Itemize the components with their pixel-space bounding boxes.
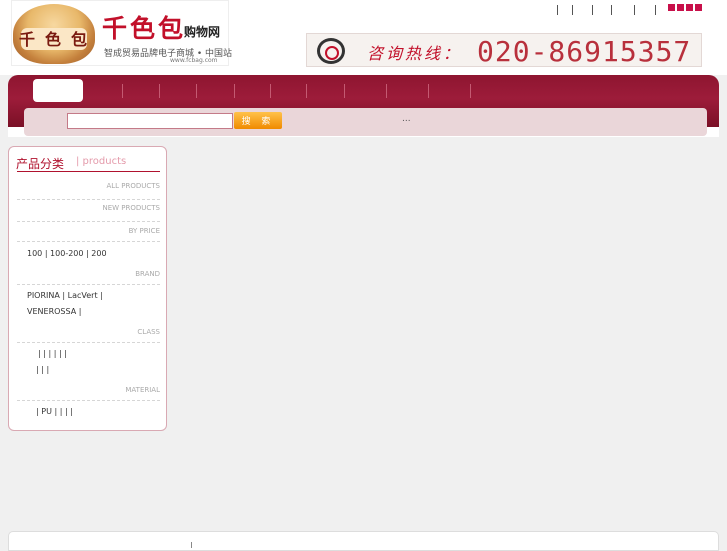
- nav-item-home[interactable]: [33, 79, 83, 102]
- search-input[interactable]: [67, 113, 233, 129]
- sidebar-material-links[interactable]: | PU | | | |: [36, 407, 73, 416]
- footer: [8, 531, 719, 551]
- nav-separator: [122, 84, 123, 98]
- logo-char: 包: [71, 30, 88, 49]
- divider: [17, 221, 160, 222]
- logo-url: www.fcbag.com: [170, 57, 218, 64]
- nav-separator: [196, 84, 197, 98]
- bag-mascot-icon: 千 色 包: [13, 4, 95, 64]
- language-square-icon[interactable]: [695, 4, 702, 11]
- sidebar-class-links[interactable]: | | | | | |: [38, 349, 67, 358]
- logo-char: 千: [19, 30, 36, 49]
- top-link-separator: [655, 5, 656, 15]
- phone-swirl-icon: [317, 38, 345, 64]
- divider: [17, 171, 160, 172]
- search-bar: 搜 索 ...: [24, 108, 707, 136]
- divider: [17, 241, 160, 242]
- nav-separator: [159, 84, 160, 98]
- sidebar-heading-material: MATERIAL: [125, 386, 160, 394]
- divider: [17, 400, 160, 401]
- nav-separator: [234, 84, 235, 98]
- sidebar-brand-links[interactable]: VENEROSSA |: [27, 307, 81, 316]
- logo-subtitle: 购物网: [184, 25, 221, 39]
- nav-separator: [270, 84, 271, 98]
- search-button[interactable]: 搜 索: [234, 112, 282, 129]
- top-link-separator: [611, 5, 612, 15]
- nav-separator: [386, 84, 387, 98]
- sidebar-brand-links[interactable]: PIORINA | LacVert |: [27, 291, 103, 300]
- divider: [17, 342, 160, 343]
- language-square-icon[interactable]: [686, 4, 693, 11]
- sidebar-price-links[interactable]: 100 | 100-200 | 200: [27, 249, 107, 258]
- hotline-banner: 咨询热线： 020-86915357: [306, 33, 702, 67]
- top-link-separator: [557, 5, 558, 15]
- language-selector: [668, 4, 704, 14]
- divider: [17, 199, 160, 200]
- nav-separator: [428, 84, 429, 98]
- search-extra-text: ...: [402, 114, 411, 124]
- category-sidebar: 产品分类 | products ALL PRODUCTS NEW PRODUCT…: [8, 146, 167, 431]
- sidebar-title-en: | products: [76, 156, 127, 167]
- logo-char: 色: [45, 30, 62, 49]
- sidebar-link-all-products[interactable]: ALL PRODUCTS: [106, 182, 160, 190]
- site-logo[interactable]: 千 色 包 千色包 购物网 智成贸易品牌电子商城 • 中国站 www.fcbag…: [11, 0, 232, 66]
- top-link-separator: [572, 5, 573, 15]
- hotline-label: 咨询热线：: [367, 44, 463, 63]
- top-link-separator: [592, 5, 593, 15]
- sidebar-heading-class: CLASS: [137, 328, 160, 336]
- top-link-separator: [634, 5, 635, 15]
- nav-separator: [344, 84, 345, 98]
- sidebar-title: 产品分类: [16, 157, 65, 171]
- sidebar-link-new-products[interactable]: NEW PRODUCTS: [102, 204, 160, 212]
- logo-title: 千色包: [102, 14, 187, 43]
- hotline-number: 020-86915357: [477, 35, 692, 67]
- language-square-icon[interactable]: [677, 4, 684, 11]
- sidebar-heading-brand: BRAND: [135, 270, 160, 278]
- header: 千 色 包 千色包 购物网 智成贸易品牌电子商城 • 中国站 www.fcbag…: [0, 0, 727, 75]
- sidebar-heading-price: BY PRICE: [128, 227, 160, 235]
- nav-separator: [470, 84, 471, 98]
- sidebar-class-links[interactable]: | | |: [36, 365, 49, 374]
- nav-separator: [306, 84, 307, 98]
- language-square-icon[interactable]: [668, 4, 675, 11]
- footer-separator: [191, 542, 192, 548]
- divider: [17, 284, 160, 285]
